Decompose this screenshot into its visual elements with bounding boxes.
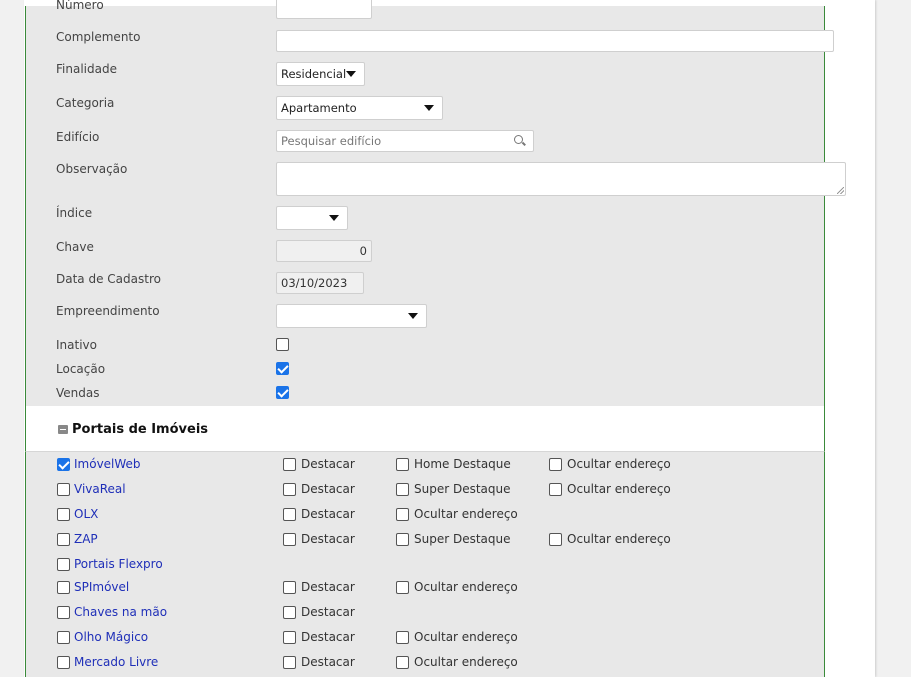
portal-option-label: Ocultar endereço xyxy=(567,457,671,471)
portal-option-label: Destacar xyxy=(301,630,355,644)
categoria-value: Apartamento xyxy=(281,101,357,115)
portal-option-checkbox[interactable] xyxy=(396,581,409,594)
portal-link[interactable]: ZAP xyxy=(74,532,98,546)
portal-option-checkbox[interactable] xyxy=(283,656,296,669)
observacao-label: Observação xyxy=(56,162,128,176)
portal-option-checkbox[interactable] xyxy=(549,458,562,471)
chevron-down-icon xyxy=(408,313,418,319)
resize-handle-icon[interactable] xyxy=(837,187,844,194)
finalidade-label: Finalidade xyxy=(56,62,117,76)
portal-option-checkbox[interactable] xyxy=(396,533,409,546)
empreendimento-label: Empreendimento xyxy=(56,304,160,318)
edificio-search-input[interactable]: Pesquisar edifício xyxy=(276,130,534,152)
portal-option-label: Super Destaque xyxy=(414,532,511,546)
portal-checkbox[interactable] xyxy=(57,558,70,571)
portal-link[interactable]: Chaves na mão xyxy=(74,605,167,619)
portal-option-checkbox[interactable] xyxy=(283,533,296,546)
chevron-down-icon xyxy=(346,71,356,77)
portal-checkbox[interactable] xyxy=(57,631,70,644)
portal-option-label: Ocultar endereço xyxy=(567,482,671,496)
collapse-icon[interactable] xyxy=(58,425,68,434)
portal-option-checkbox[interactable] xyxy=(549,483,562,496)
portal-link[interactable]: SPImóvel xyxy=(74,580,129,594)
portal-link[interactable]: Portais Flexpro xyxy=(74,557,163,571)
categoria-select[interactable]: Apartamento xyxy=(276,96,443,120)
data-cadastro-input: 03/10/2023 xyxy=(276,272,364,294)
chevron-down-icon xyxy=(424,105,434,111)
portal-option-label: Destacar xyxy=(301,580,355,594)
portal-option-checkbox[interactable] xyxy=(283,581,296,594)
complemento-label: Complemento xyxy=(56,30,141,44)
vendas-label: Vendas xyxy=(56,386,100,400)
portal-option-label: Ocultar endereço xyxy=(414,580,518,594)
portal-link[interactable]: Mercado Livre xyxy=(74,655,158,669)
portal-option-label: Destacar xyxy=(301,655,355,669)
locacao-checkbox[interactable] xyxy=(276,362,289,375)
vendas-checkbox[interactable] xyxy=(276,386,289,399)
inativo-checkbox[interactable] xyxy=(276,338,289,351)
portal-option-checkbox[interactable] xyxy=(396,483,409,496)
portal-option-checkbox[interactable] xyxy=(283,458,296,471)
portal-checkbox[interactable] xyxy=(57,606,70,619)
portals-section-title: Portais de Imóveis xyxy=(72,422,209,437)
numero-input[interactable] xyxy=(276,0,372,19)
portal-option-label: Destacar xyxy=(301,482,355,496)
complemento-input[interactable] xyxy=(276,30,834,52)
numero-label: Número xyxy=(56,0,104,12)
portal-option-checkbox[interactable] xyxy=(283,483,296,496)
finalidade-select[interactable]: Residencial xyxy=(276,62,365,86)
data-cadastro-label: Data de Cadastro xyxy=(56,272,161,286)
portal-option-checkbox[interactable] xyxy=(396,631,409,644)
portal-option-checkbox[interactable] xyxy=(283,508,296,521)
portal-option-checkbox[interactable] xyxy=(396,656,409,669)
portal-option-label: Destacar xyxy=(301,507,355,521)
portal-option-checkbox[interactable] xyxy=(283,631,296,644)
indice-select[interactable] xyxy=(276,206,348,230)
observacao-textarea[interactable] xyxy=(276,162,846,196)
edificio-placeholder: Pesquisar edifício xyxy=(281,134,382,148)
portal-option-checkbox[interactable] xyxy=(549,533,562,546)
portal-option-checkbox[interactable] xyxy=(396,508,409,521)
portal-checkbox[interactable] xyxy=(57,458,70,471)
portal-option-label: Ocultar endereço xyxy=(414,507,518,521)
portal-checkbox[interactable] xyxy=(57,581,70,594)
portal-link[interactable]: Olho Mágico xyxy=(74,630,148,644)
search-icon[interactable] xyxy=(514,135,523,144)
inativo-label: Inativo xyxy=(56,338,97,352)
chave-label: Chave xyxy=(56,240,94,254)
chave-input: 0 xyxy=(276,240,372,262)
portal-option-label: Destacar xyxy=(301,605,355,619)
categoria-label: Categoria xyxy=(56,96,115,110)
portal-option-label: Super Destaque xyxy=(414,482,511,496)
portal-option-label: Ocultar endereço xyxy=(414,630,518,644)
locacao-label: Locação xyxy=(56,362,106,376)
empreendimento-select[interactable] xyxy=(276,304,427,328)
portal-checkbox[interactable] xyxy=(57,483,70,496)
portal-link[interactable]: OLX xyxy=(74,507,98,521)
portal-option-label: Destacar xyxy=(301,457,355,471)
edificio-label: Edifício xyxy=(56,130,100,144)
portal-link[interactable]: ImóvelWeb xyxy=(74,457,141,471)
portal-option-label: Destacar xyxy=(301,532,355,546)
portal-option-label: Home Destaque xyxy=(414,457,511,471)
portal-checkbox[interactable] xyxy=(57,533,70,546)
chevron-down-icon xyxy=(329,215,339,221)
finalidade-value: Residencial xyxy=(281,67,347,81)
portal-option-checkbox[interactable] xyxy=(396,458,409,471)
indice-label: Índice xyxy=(56,206,93,220)
portal-checkbox[interactable] xyxy=(57,508,70,521)
portal-option-label: Ocultar endereço xyxy=(414,655,518,669)
property-form-panel xyxy=(25,6,825,406)
portal-option-label: Ocultar endereço xyxy=(567,532,671,546)
portal-checkbox[interactable] xyxy=(57,656,70,669)
portal-option-checkbox[interactable] xyxy=(283,606,296,619)
portal-link[interactable]: VivaReal xyxy=(74,482,126,496)
